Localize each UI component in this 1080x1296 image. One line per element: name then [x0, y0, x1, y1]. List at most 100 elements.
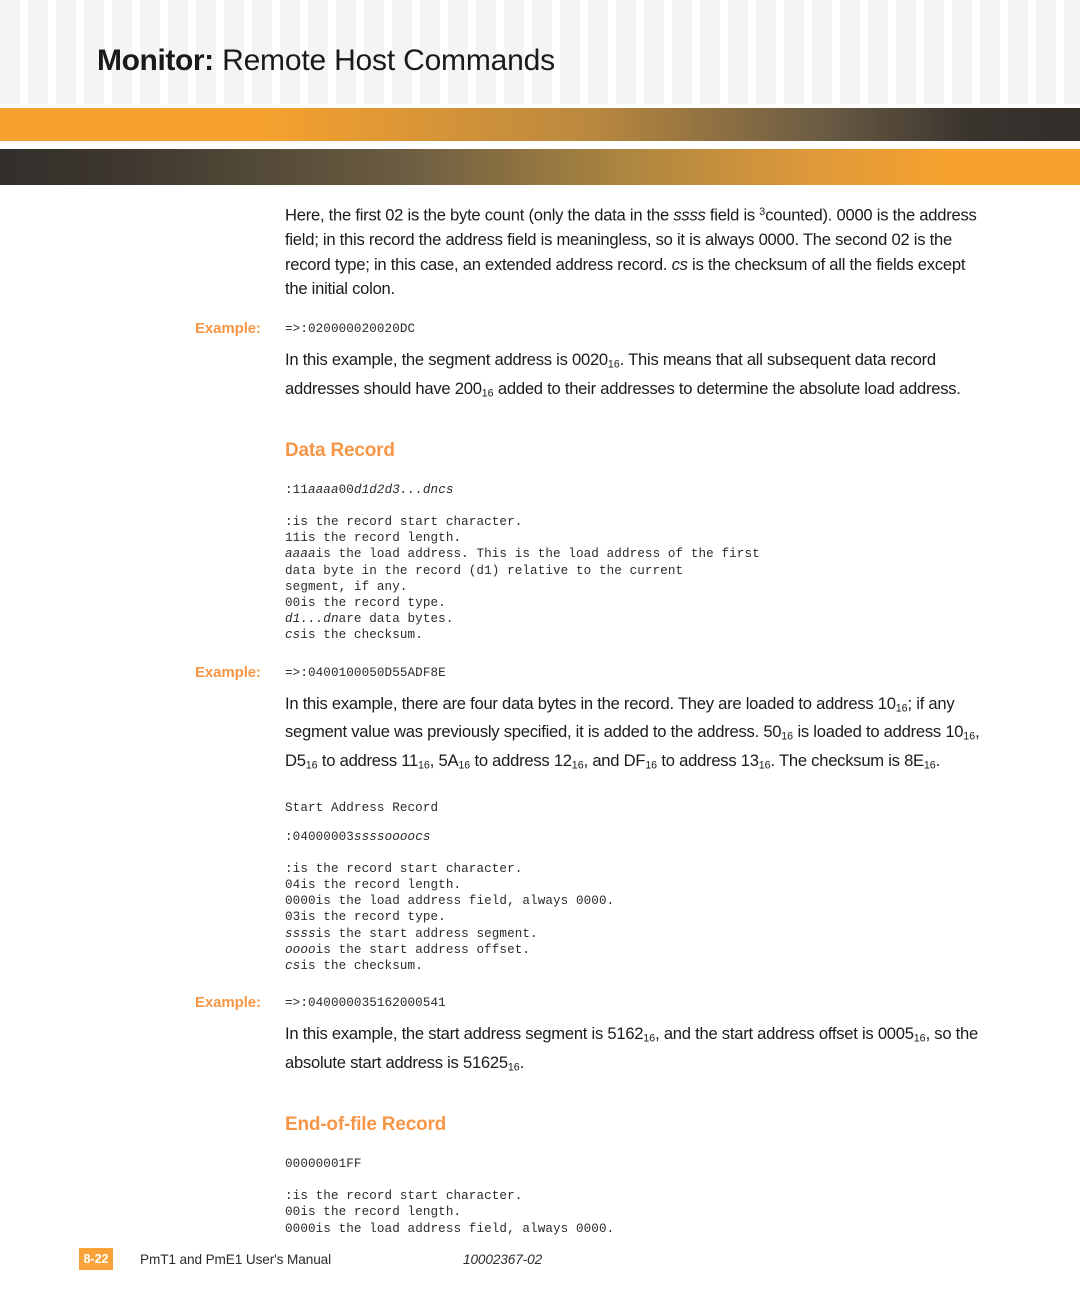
- definition-line: 04is the record length.: [285, 877, 1080, 893]
- definition-line: :is the record start character.: [285, 1188, 1080, 1204]
- definition-line: csis the checksum.: [285, 627, 1080, 643]
- definition-term: 00: [285, 1205, 301, 1220]
- definition-description: is the load address field, always 0000.: [315, 894, 615, 909]
- definition-term: oooo: [285, 942, 316, 957]
- data-par-9: to address 13: [657, 751, 759, 771]
- page-title-bold: Monitor:: [97, 44, 214, 77]
- data-format-cs: cs: [438, 482, 454, 497]
- page-title-regular: Remote Host Commands: [222, 44, 555, 77]
- definition-line: 00is the record type.: [285, 595, 1080, 611]
- example-code-2: =>:0400100050D55ADF8E: [285, 665, 446, 680]
- data-par-1: In this example, there are four data byt…: [285, 693, 896, 713]
- data-par-sub-4: 16: [305, 759, 318, 772]
- footer-page-badge: 8-22: [79, 1248, 113, 1270]
- start-par-sub-2: 16: [913, 1032, 926, 1045]
- definition-term: 00: [285, 595, 301, 610]
- footer-manual-title: PmT1 and PmE1 User's Manual: [140, 1252, 332, 1267]
- data-par-sub-7: 16: [571, 759, 584, 772]
- data-par-sub-2: 16: [781, 730, 794, 743]
- data-par-6: , 5A: [429, 751, 459, 771]
- definition-term: 03: [285, 910, 301, 925]
- example-label-2: Example:: [195, 663, 261, 681]
- data-record-format: :11aaaa00d1d2d3...dncs: [285, 482, 1080, 498]
- definition-description: is the start address offset.: [315, 942, 531, 957]
- segment-text-3: added to their addresses to determine th…: [493, 378, 961, 398]
- data-format-prefix: :11: [285, 482, 308, 497]
- eof-record-format: 00000001FF: [285, 1157, 362, 1171]
- definition-term: 11: [285, 531, 301, 546]
- start-par-4: .: [519, 1053, 525, 1073]
- definition-line: ssssis the start address segment.: [285, 926, 1080, 942]
- segment-paragraph: In this example, the segment address is …: [285, 348, 991, 406]
- definition-term: 0000: [285, 894, 316, 909]
- definition-term: cs: [285, 628, 301, 643]
- definition-term: d1...dn: [285, 612, 339, 627]
- example-label-1: Example:: [195, 319, 261, 337]
- data-par-8: , and DF: [583, 751, 646, 771]
- definition-description: is the record start character.: [292, 1189, 523, 1204]
- definition-description: is the record type.: [300, 910, 446, 925]
- definition-term: 0000: [285, 1221, 316, 1236]
- intro-text-1: Here, the first 02 is the byte count (on…: [285, 205, 674, 225]
- definition-term: :: [285, 861, 293, 876]
- page-title: Monitor: Remote Host Commands: [97, 42, 555, 80]
- definition-term: :: [285, 514, 293, 529]
- definition-description: is the checksum.: [300, 628, 423, 643]
- data-par-sub-1: 16: [895, 701, 908, 714]
- definition-description: is the record type.: [300, 595, 446, 610]
- example-code-1: =>:020000020020DC: [285, 321, 416, 336]
- definition-term: :: [285, 1189, 293, 1204]
- data-format-dbytes: d1d2d3...dn: [353, 482, 439, 497]
- start-par-1: In this example, the start address segme…: [285, 1024, 644, 1044]
- start-address-record-heading: Start Address Record: [285, 801, 439, 816]
- header-rule-bar-top: [0, 108, 1080, 141]
- definition-term: cs: [285, 958, 301, 973]
- definition-description: is the record length.: [300, 877, 462, 892]
- definition-line: :is the record start character.: [285, 861, 1080, 877]
- start-address-record-format: :04000003ssssoooocs: [285, 829, 1080, 845]
- intro-text-2: field is: [705, 205, 760, 225]
- segment-text-1: In this example, the segment address is …: [285, 349, 608, 369]
- definition-term: aaaa: [285, 547, 316, 562]
- data-format-aaaa: aaaa: [307, 482, 339, 497]
- definition-line: 0000is the load address field, always 00…: [285, 893, 1080, 909]
- definition-line: oooois the start address offset.: [285, 942, 1080, 958]
- section-heading-eof-record: End-of-file Record: [285, 1114, 447, 1135]
- start-par-sub-3: 16: [507, 1061, 520, 1074]
- definition-line: 11is the record length.: [285, 530, 1080, 546]
- intro-var-cs: cs: [671, 254, 688, 274]
- example-block-2: Example: =>:0400100050D55ADF8E: [0, 664, 1080, 684]
- data-record-definitions: :is the record start character. 11is the …: [285, 514, 1080, 644]
- footer-document-number: 10002367-02: [463, 1252, 543, 1267]
- example-block-1: Example: =>:020000020020DC: [0, 320, 1080, 340]
- definition-term: 04: [285, 877, 301, 892]
- definition-description: is the record length.: [300, 531, 462, 546]
- start-par-2: , and the start address offset is 0005: [655, 1024, 914, 1044]
- eof-record-definitions: :is the record start character. 00is the …: [285, 1188, 1080, 1237]
- page-footer: 8-22 PmT1 and PmE1 User's Manual 1000236…: [0, 1248, 1080, 1278]
- data-par-11: .: [935, 751, 941, 771]
- start-format-ssss: ssss: [353, 829, 385, 844]
- start-address-paragraph: In this example, the start address segme…: [285, 1022, 991, 1080]
- data-par-7: to address 12: [470, 751, 572, 771]
- data-par-sub-8: 16: [645, 759, 658, 772]
- definition-line: d1...dnare data bytes.: [285, 611, 1080, 627]
- segment-sub-2: 16: [481, 387, 494, 400]
- definition-description: is the record start character.: [292, 514, 523, 529]
- data-bytes-paragraph: In this example, there are four data byt…: [285, 692, 991, 779]
- data-par-sub-10: 16: [923, 759, 936, 772]
- segment-sub-1: 16: [607, 358, 620, 371]
- definition-description: is the load address. This is the load ad…: [285, 547, 760, 594]
- start-par-sub-1: 16: [643, 1032, 656, 1045]
- start-format-oooo: oooo: [384, 829, 416, 844]
- start-format-prefix: :04000003: [285, 829, 354, 844]
- intro-paragraph: Here, the first 02 is the byte count (on…: [285, 200, 991, 302]
- example-block-3: Example: =>:040000035162000541: [0, 994, 1080, 1014]
- data-par-sub-9: 16: [758, 759, 771, 772]
- definition-description: is the load address field, always 0000.: [315, 1221, 615, 1236]
- definition-description: are data bytes.: [338, 612, 454, 627]
- page-content: Here, the first 02 is the byte count (on…: [0, 200, 1080, 1237]
- data-par-10: . The checksum is 8E: [770, 751, 925, 771]
- definition-line: 00is the record length.: [285, 1204, 1080, 1220]
- example-code-3: =>:040000035162000541: [285, 996, 446, 1011]
